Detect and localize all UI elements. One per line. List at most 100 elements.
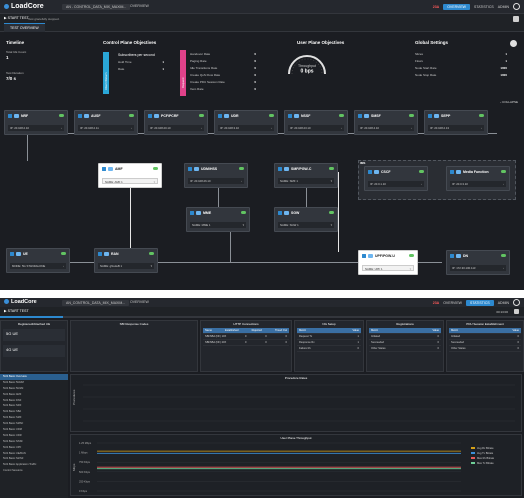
app-logo[interactable]: LoadCore	[4, 299, 37, 305]
tab-admin[interactable]: ADMIN	[498, 301, 509, 305]
node-ip[interactable]: IP: 172.30.100.113 ›	[450, 265, 506, 271]
node-sepp[interactable]: SEPP IP: 20.108.2.13 ›	[424, 110, 488, 135]
cloud-icon	[339, 114, 344, 117]
checkbox-icon[interactable]	[368, 170, 372, 174]
node-udm[interactable]: UDM/HSS IP: 20.108.26.10 ›	[184, 163, 248, 188]
cp-row: Rate 1	[118, 67, 164, 71]
node-name-select[interactable]: NAME: MME 1 ▾	[190, 222, 246, 228]
connector	[130, 188, 131, 248]
checkbox-icon[interactable]	[78, 114, 82, 118]
amf-icon	[108, 167, 113, 171]
node-ran[interactable]: RAN NAME: gNodeB 1 ▾	[94, 248, 158, 273]
tab-statistics[interactable]: STATISTICS	[466, 299, 494, 306]
checkbox-icon[interactable]	[8, 114, 12, 118]
node-mode[interactable]: MODE: 5G STANDALONE ›	[10, 263, 66, 269]
node-ip[interactable]: IP: 20.108.4.10 ›	[358, 125, 414, 131]
tab-admin[interactable]: ADMIN	[498, 5, 509, 9]
gauge-label: Throughput	[298, 64, 316, 68]
checkbox-icon[interactable]	[428, 114, 432, 118]
pdu-session-panel: PDU Session Establishment Metric Value In…	[446, 320, 524, 372]
sidebar-item[interactable]: Control Sessions	[0, 468, 68, 474]
cp-rate-row: Paging Rate 0	[190, 59, 256, 63]
checkbox-icon[interactable]	[188, 167, 192, 171]
save-icon[interactable]	[513, 15, 519, 22]
test-progress-bar	[0, 316, 524, 318]
start-test-button[interactable]: ▶ START TEST	[4, 16, 29, 20]
node-ip[interactable]: IP: 20.108.20.10 ›	[148, 125, 204, 131]
node-name-select[interactable]: NAME: gNodeB 1 ▾	[98, 263, 154, 269]
checkbox-icon[interactable]	[190, 211, 194, 215]
legend-swatch	[471, 447, 475, 449]
user-plane-throughput-chart: User Plane Throughput Mbps 1.25 Mbps 1 Mb…	[70, 434, 522, 496]
checkbox-icon[interactable]	[288, 114, 292, 118]
checkbox-icon[interactable]	[278, 167, 282, 171]
node-smsf[interactable]: SMSF IP: 20.108.4.10 ›	[354, 110, 418, 135]
node-cscf[interactable]: CSCF IP: 20.0.1.10 ›	[364, 166, 428, 191]
table-row: SBI/SBA (NF) 20X 0 0 0	[203, 341, 289, 346]
status-badge[interactable]: 23A	[433, 5, 439, 9]
node-name-select[interactable]: NAME: SGW 1 ▾	[278, 222, 334, 228]
checkbox-icon[interactable]	[450, 254, 454, 258]
node-ip[interactable]: IP: 20.108.3.10 ›	[218, 125, 274, 131]
tab-overview[interactable]: OVERVIEW	[443, 301, 462, 305]
node-name-select[interactable]: NAME: AMF 1 ▾	[102, 178, 158, 184]
breadcrumb-test[interactable]: AN - CONTROL_DATA_MIX_MAXIM...	[62, 4, 131, 10]
chevron-right-icon: ›	[341, 125, 342, 130]
cp-row: Hold Time 1	[118, 60, 164, 64]
tab-overview[interactable]: OVERVIEW	[443, 3, 470, 10]
checkbox-icon[interactable]	[358, 114, 362, 118]
breadcrumb-page[interactable]: OVERVIEW	[130, 4, 149, 8]
save-icon[interactable]	[514, 308, 519, 314]
node-ip[interactable]: IP: 20.0.1.10 ›	[368, 181, 424, 187]
status-badge[interactable]: 23A	[433, 301, 439, 305]
edit-icon[interactable]	[510, 40, 517, 47]
node-dn[interactable]: DN IP: 172.30.100.113 ›	[446, 250, 510, 275]
checkbox-icon[interactable]	[102, 167, 106, 171]
tab-test-overview[interactable]: TEST OVERVIEW	[4, 23, 45, 32]
smf-icon	[284, 167, 289, 171]
node-ip[interactable]: IP: 20.108.2.11 ›	[78, 125, 134, 131]
node-ip[interactable]: IP: 20.108.26.10 ›	[188, 178, 244, 184]
attach-detach-bar: Attach/Detach	[103, 52, 109, 94]
checkbox-icon[interactable]	[450, 170, 454, 174]
cp-rate-row: Handover Rate 0	[190, 52, 256, 56]
node-media-function[interactable]: Media Function IP: 20.0.3.10 ›	[446, 166, 510, 191]
node-sgw[interactable]: SGW NAME: SGW 1 ▾	[274, 207, 338, 232]
start-test-button[interactable]: ▶ START TEST	[4, 309, 29, 313]
udm-icon	[194, 167, 199, 171]
procedure-rates-chart: Procedure Rates Procedures	[70, 374, 522, 432]
node-ausf[interactable]: AUSF IP: 20.108.2.11 ›	[74, 110, 138, 135]
node-upf[interactable]: UPF/PGW-U NAME: UPF 1 ▾	[358, 250, 418, 275]
tab-statistics[interactable]: STATISTICS	[474, 5, 494, 9]
node-name-select[interactable]: NAME: SMF 1 ▾	[278, 178, 334, 184]
breadcrumb-test[interactable]: AN_CONTROL_DATA_MIX_MAXIM...	[62, 300, 130, 306]
node-ip[interactable]: IP: 20.108.23.10 ›	[288, 125, 344, 131]
node-ip[interactable]: IP: 20.108.2.10 ›	[8, 125, 64, 131]
collapse-button[interactable]: ‹ COLLAPSE	[500, 100, 518, 104]
checkbox-icon[interactable]	[98, 252, 102, 256]
node-ue[interactable]: UE MODE: 5G STANDALONE ›	[6, 248, 70, 273]
node-nssf[interactable]: NSSF IP: 20.108.23.10 ›	[284, 110, 348, 135]
checkbox-icon[interactable]	[218, 114, 222, 118]
breadcrumb-page[interactable]: OVERVIEW	[130, 300, 149, 304]
node-udr[interactable]: UDR IP: 20.108.3.10 ›	[214, 110, 278, 135]
gear-icon[interactable]	[513, 3, 520, 10]
node-name-select[interactable]: NAME: UPF 1 ▾	[362, 265, 414, 271]
checkbox-icon[interactable]	[10, 252, 14, 256]
node-ip[interactable]: IP: 20.108.2.13 ›	[428, 125, 484, 131]
node-ip[interactable]: IP: 20.0.3.10 ›	[450, 181, 506, 187]
gear-icon[interactable]	[513, 299, 520, 306]
node-amf[interactable]: AMF NAME: AMF 1 ▾	[98, 163, 162, 188]
checkbox-icon[interactable]	[148, 114, 152, 118]
node-smf[interactable]: SMF/PGW-C NAME: SMF 1 ▾	[274, 163, 338, 188]
checkbox-icon[interactable]	[278, 211, 282, 215]
node-nrf[interactable]: NRF IP: 20.108.2.10 ›	[4, 110, 68, 135]
legend-swatch	[471, 452, 475, 454]
ue-icon	[16, 252, 21, 256]
app-logo[interactable]: LoadCore	[4, 3, 44, 10]
node-mme[interactable]: MME NAME: MME 1 ▾	[186, 207, 250, 232]
progress-fill	[0, 316, 63, 318]
checkbox-icon[interactable]	[362, 254, 366, 258]
node-pcf[interactable]: PCF/PCRF IP: 20.108.20.10 ›	[144, 110, 208, 135]
cp-rate-row: Create PDU Session Rate 0	[190, 80, 256, 84]
